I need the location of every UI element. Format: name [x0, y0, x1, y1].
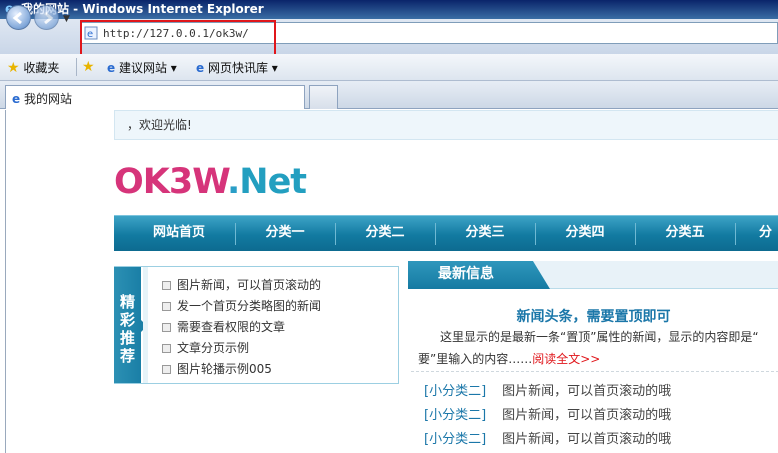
suggested-sites-label: 建议网站 [118, 61, 167, 75]
web-slice-gallery-link[interactable]: e 网页快讯库 ▾ [196, 59, 278, 76]
news-tab[interactable]: 最新信息 [408, 261, 550, 289]
history-dropdown-icon[interactable]: ▼ [63, 14, 70, 24]
main-nav: 网站首页 分类一 分类二 分类三 分类四 分类五 分类 [114, 215, 778, 251]
news-title-link[interactable]: 图片新闻，可以首页滚动的哦 [502, 408, 671, 423]
recommend-item[interactable]: 发一个首页分类略图的新闻 [162, 297, 321, 314]
bullet-icon [162, 302, 171, 311]
nav-category-3[interactable]: 分类三 [435, 216, 535, 252]
news-category-link[interactable]: [小分类二] [424, 408, 486, 423]
ie-page-icon: e [196, 61, 205, 75]
nav-category-6[interactable]: 分类 [735, 216, 778, 252]
nav-category-2[interactable]: 分类二 [335, 216, 435, 252]
add-favorite-icon[interactable]: ★ [82, 59, 95, 75]
news-divider [411, 371, 778, 372]
news-list-item[interactable]: [小分类二] 图片新闻，可以首页滚动的哦 [424, 380, 671, 399]
nav-category-4[interactable]: 分类四 [535, 216, 635, 252]
favorites-label: 收藏夹 [23, 61, 60, 75]
news-description-line1: 这里显示的是最新一条“置顶”属性的新闻，显示的内容即是“ [440, 330, 759, 344]
recommend-item[interactable]: 文章分页示例 [162, 339, 249, 356]
separator [76, 58, 77, 76]
favorites-star-icon: ★ [7, 60, 20, 76]
tab-my-site[interactable]: e 我的网站 [5, 85, 305, 109]
tab-bar: e 我的网站 [0, 81, 778, 109]
welcome-bar: ，欢迎光临! [114, 110, 778, 140]
site-logo[interactable]: OK3W.Net [114, 162, 307, 202]
recommend-item[interactable]: 图片轮播示例005 [162, 360, 272, 377]
tab-label: 我的网站 [23, 92, 72, 106]
news-description-line2: 要”里输入的内容……阅读全文>> [418, 350, 600, 367]
suggested-sites-link[interactable]: e 建议网站 ▾ [107, 59, 177, 76]
nav-home[interactable]: 网站首页 [129, 216, 229, 252]
ie-tab-icon: e [12, 92, 21, 106]
new-tab-button[interactable] [309, 85, 338, 109]
news-description-text: 要”里输入的内容…… [418, 352, 533, 366]
forward-arrow-icon [44, 11, 54, 25]
nav-category-1[interactable]: 分类一 [235, 216, 335, 252]
recommend-title: 精彩推荐 [114, 267, 147, 383]
logo-net: Net [239, 162, 307, 202]
favorites-bar: ★ 收藏夹 ★ e 建议网站 ▾ e 网页快讯库 ▾ [0, 54, 778, 81]
web-slice-gallery-label: 网页快讯库 [207, 61, 268, 75]
news-category-link[interactable]: [小分类二] [424, 432, 486, 447]
favorites-button[interactable]: ★ 收藏夹 [7, 59, 59, 76]
ie-page-icon: e [107, 61, 116, 75]
bullet-icon [162, 281, 171, 290]
news-list-item[interactable]: [小分类二] 图片新闻，可以首页滚动的哦 [424, 428, 671, 447]
nav-category-5[interactable]: 分类五 [635, 216, 735, 252]
news-list-item[interactable]: [小分类二] 图片新闻，可以首页滚动的哦 [424, 404, 671, 423]
logo-dot: . [226, 162, 240, 202]
forward-button[interactable] [34, 5, 59, 30]
recommend-item[interactable]: 需要查看权限的文章 [162, 318, 285, 335]
window-title-bar: e我的网站 - Windows Internet Explorer [0, 0, 778, 19]
recommend-divider [143, 267, 148, 383]
recommend-item[interactable]: 图片新闻，可以首页滚动的 [162, 276, 321, 293]
news-headline[interactable]: 新闻头条，需要置顶即可 [408, 306, 778, 326]
bullet-icon [162, 344, 171, 353]
bullet-icon [162, 365, 171, 374]
logo-ok3w: OK3W [114, 162, 228, 202]
bullet-icon [162, 323, 171, 332]
address-highlight-box [80, 20, 276, 58]
back-button[interactable] [6, 5, 31, 30]
back-arrow-icon [12, 11, 22, 25]
news-title-link[interactable]: 图片新闻，可以首页滚动的哦 [502, 384, 671, 399]
recommend-title-text: 精彩推荐 [120, 293, 136, 365]
news-title-link[interactable]: 图片新闻，可以首页滚动的哦 [502, 432, 671, 447]
page-content: ，欢迎光临! OK3W.Net 网站首页 分类一 分类二 分类三 分类四 分类五… [5, 110, 778, 453]
read-more-link[interactable]: 阅读全文>> [532, 352, 600, 366]
news-category-link[interactable]: [小分类二] [424, 384, 486, 399]
